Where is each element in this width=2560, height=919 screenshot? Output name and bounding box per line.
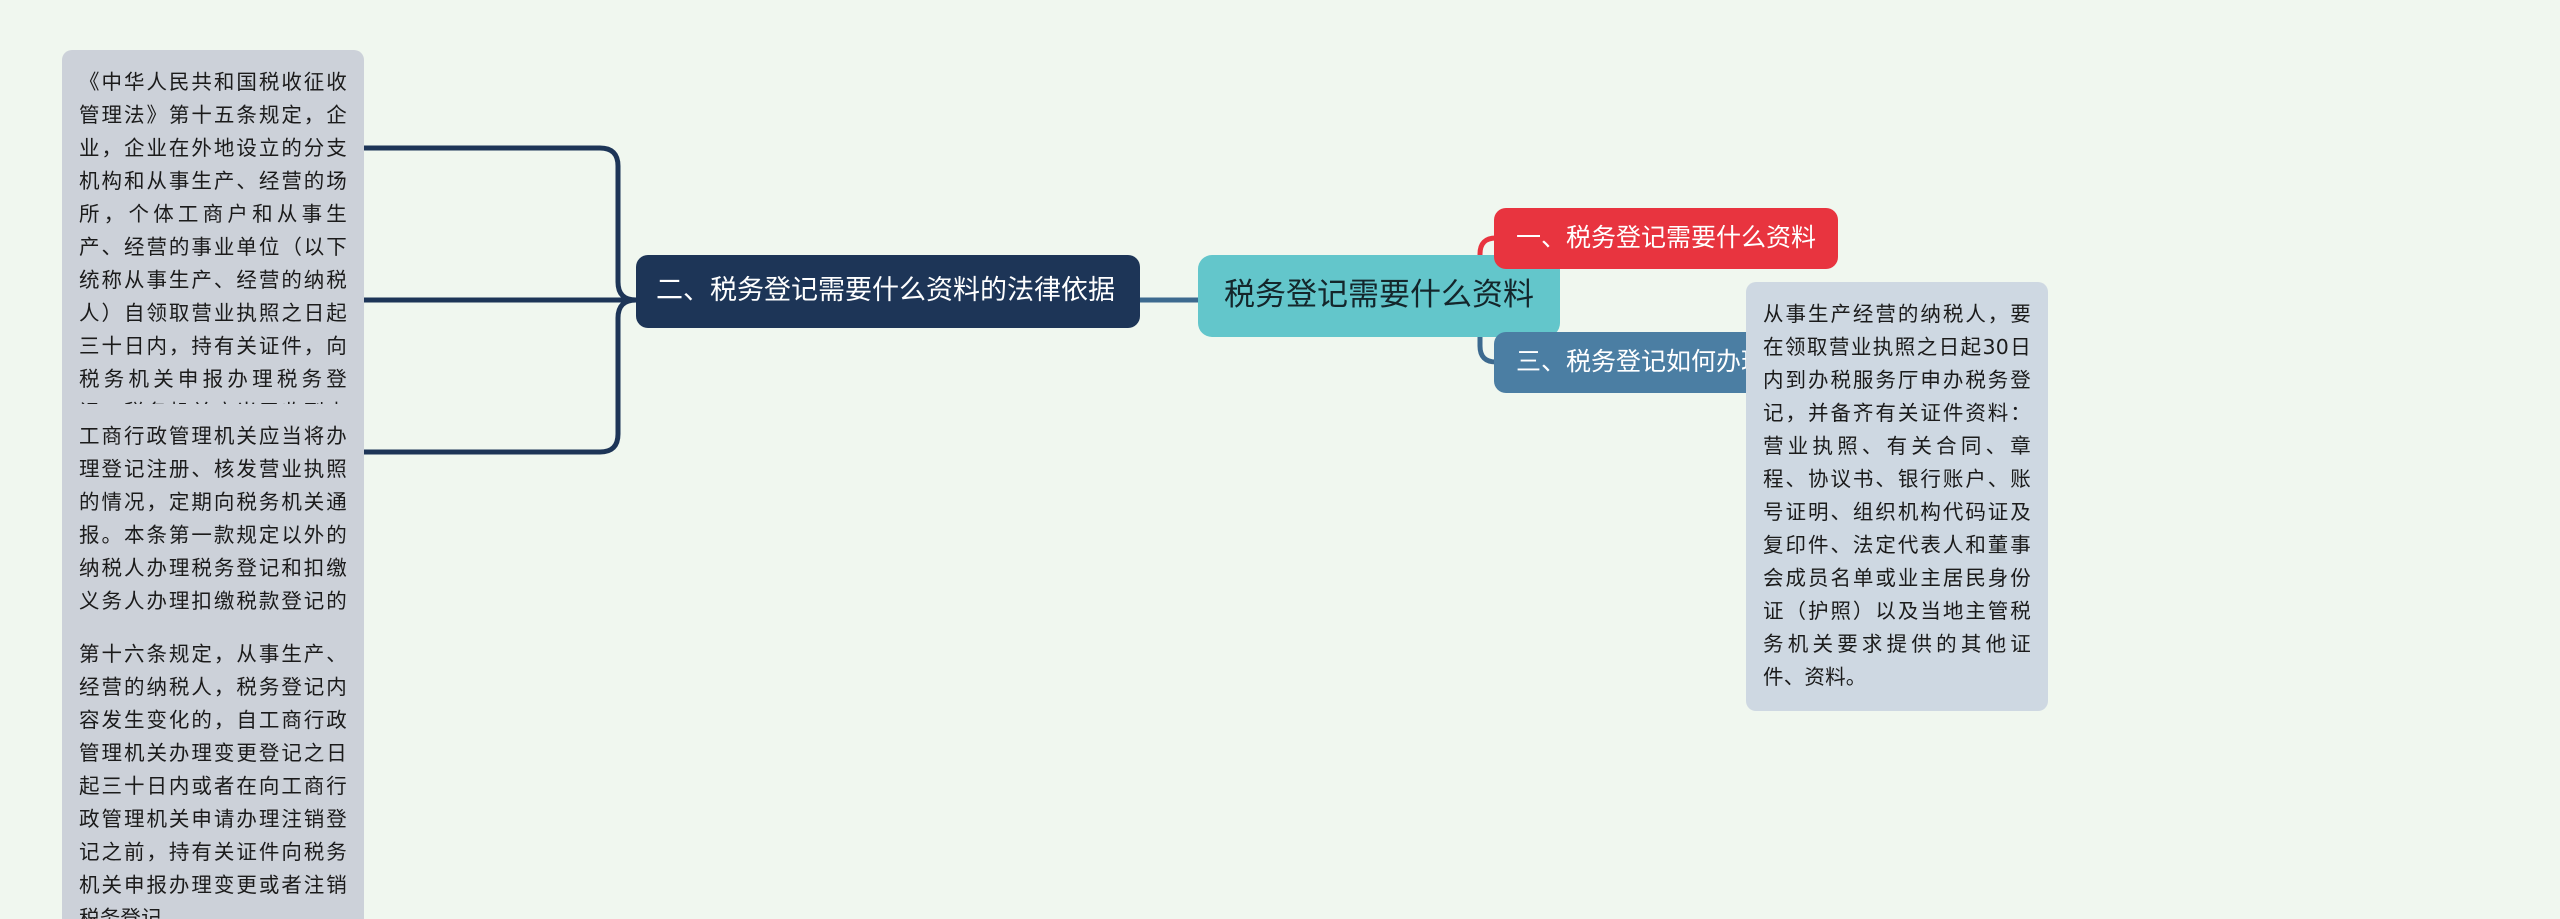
leaf-text-how-to-detail: 从事生产经营的纳税人，要在领取营业执照之日起30日内到办税服务厅申办税务登记，并… [1746,282,2048,711]
mindmap-canvas: 《中华人民共和国税收征收管理法》第十五条规定，企业，企业在外地设立的分支机构和从… [0,0,2560,919]
node-what-materials-label: 一、税务登记需要什么资料 [1494,208,1839,269]
topic-node-legal-basis[interactable]: 二、税务登记需要什么资料的法律依据 [636,255,1140,328]
leaf-box-how-to-detail[interactable]: 从事生产经营的纳税人，要在领取营业执照之日起30日内到办税服务厅申办税务登记，并… [1746,282,2048,711]
connector-leaf3-to-topic [361,297,639,455]
leaf-text-law-article-16: 第十六条规定，从事生产、经营的纳税人，税务登记内容发生变化的，自工商行政管理机关… [62,622,364,919]
leaf-box-law-article-16[interactable]: 第十六条规定，从事生产、经营的纳税人，税务登记内容发生变化的，自工商行政管理机关… [62,622,364,919]
node-how-to-handle[interactable]: 三、税务登记如何办理 [1494,332,1789,393]
node-how-to-handle-label: 三、税务登记如何办理 [1494,332,1789,393]
connector-leaf1-to-topic [361,145,639,303]
connector-layer [361,145,1751,455]
topic-node-legal-basis-label: 二、税务登记需要什么资料的法律依据 [636,255,1140,328]
node-what-materials[interactable]: 一、税务登记需要什么资料 [1494,208,1839,269]
